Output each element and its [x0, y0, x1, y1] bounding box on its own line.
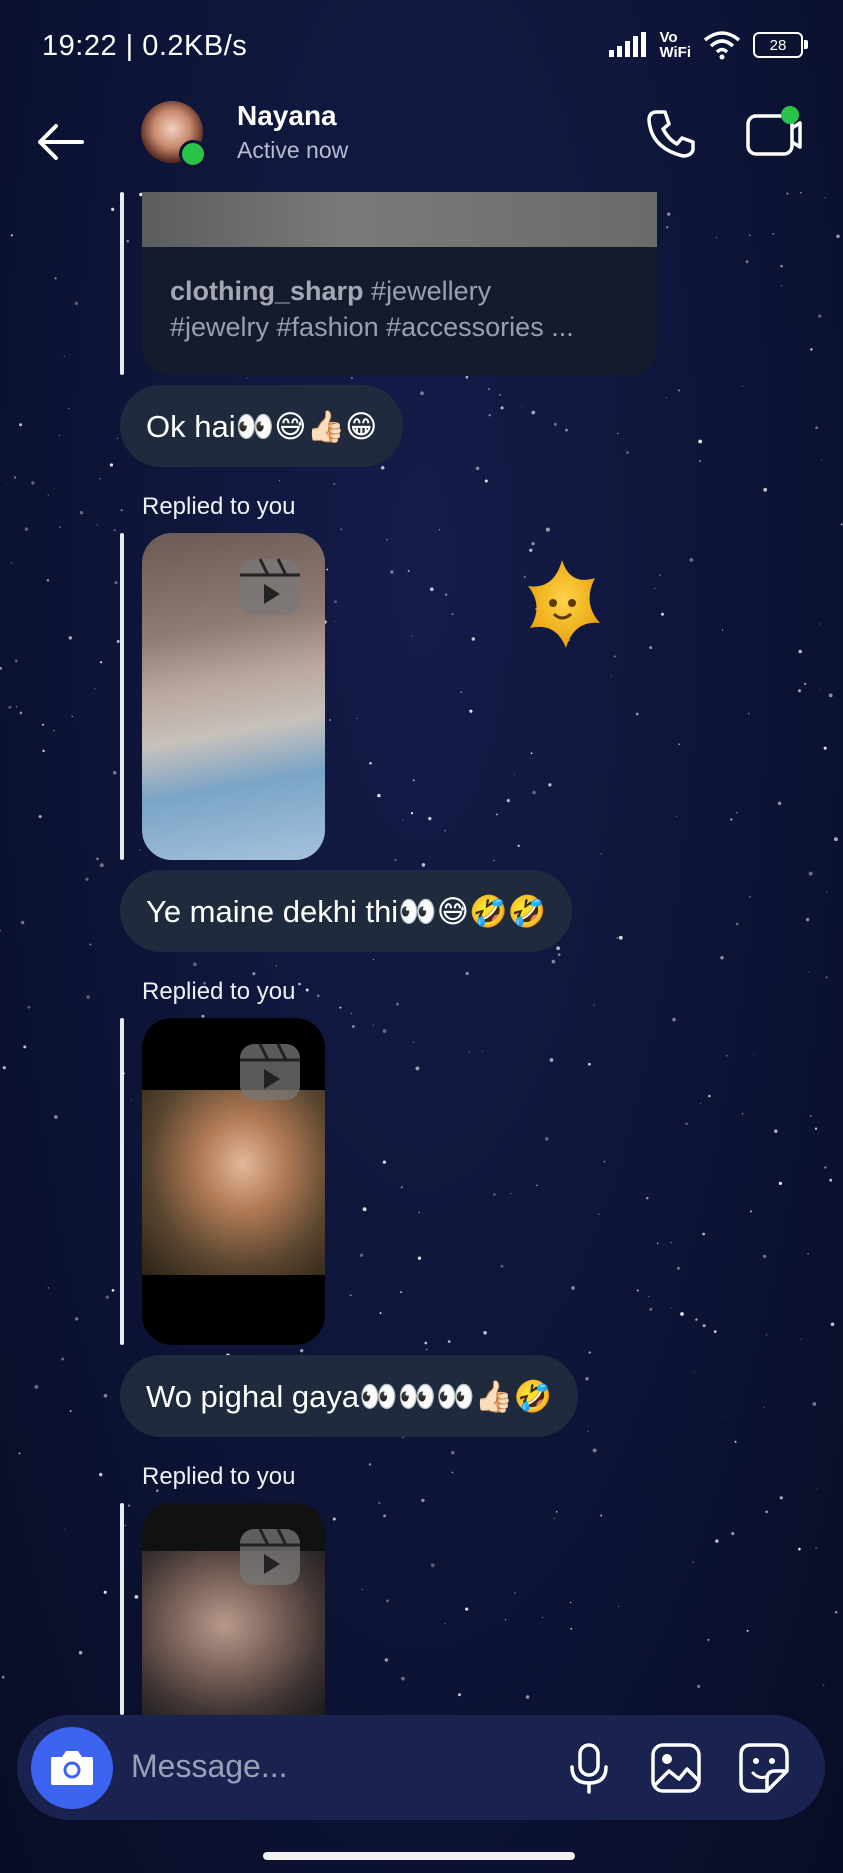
- star-sticker[interactable]: [500, 548, 625, 673]
- shared-post-image: [142, 192, 657, 247]
- battery-icon: 28: [753, 32, 808, 58]
- message-bubble[interactable]: Ye maine dekhi thi👀😅🤣🤣: [120, 870, 573, 952]
- reel-thumbnail[interactable]: [142, 1503, 325, 1715]
- shared-post-caption: clothing_sharp #jewellery #jewelry #fash…: [170, 276, 574, 342]
- replied-label: Replied to you: [142, 1463, 296, 1490]
- home-indicator[interactable]: [263, 1852, 575, 1860]
- phone-icon[interactable]: [645, 108, 697, 160]
- message-composer: Message...: [17, 1715, 825, 1820]
- shared-post-card[interactable]: clothing_sharp #jewellery #jewelry #fash…: [142, 192, 657, 375]
- reply-indicator-bar: [120, 1018, 124, 1345]
- replied-label: Replied to you: [142, 978, 296, 1005]
- reply-indicator-bar: [120, 1503, 124, 1715]
- camera-icon: [51, 1751, 93, 1785]
- signal-icon: [609, 32, 647, 57]
- camera-button[interactable]: [31, 1727, 113, 1809]
- message-input[interactable]: Message...: [131, 1748, 288, 1785]
- message-bubble[interactable]: Ok hai👀😅👍🏻😁: [120, 385, 404, 467]
- message-bubble[interactable]: Wo pighal gaya👀👀👀👍🏻🤣: [120, 1355, 579, 1437]
- contact-status: Active now: [237, 137, 349, 163]
- reel-thumbnail[interactable]: [142, 1018, 325, 1345]
- microphone-icon[interactable]: [562, 1741, 616, 1795]
- reel-thumbnail[interactable]: [142, 533, 325, 860]
- online-indicator: [179, 140, 207, 168]
- video-online-dot: [781, 106, 799, 124]
- reply-indicator-bar: [120, 533, 124, 860]
- reel-icon: [240, 1043, 300, 1100]
- gallery-icon[interactable]: [649, 1741, 703, 1795]
- status-bar: 19:22 | 0.2KB/s Vo WiFi 28: [0, 0, 843, 96]
- reel-image: [142, 1090, 325, 1275]
- replied-label: Replied to you: [142, 493, 296, 520]
- vowifi-icon: Vo WiFi: [659, 29, 691, 61]
- wifi-icon: [703, 31, 741, 60]
- reel-icon: [240, 558, 300, 615]
- reel-icon: [240, 1528, 300, 1585]
- status-icons: Vo WiFi 28: [607, 29, 808, 61]
- status-time: 19:22 | 0.2KB/s: [42, 30, 248, 62]
- sticker-icon[interactable]: [737, 1741, 791, 1795]
- contact-name[interactable]: Nayana: [237, 100, 337, 132]
- reply-indicator-bar: [120, 192, 124, 375]
- chat-header: Nayana Active now: [0, 96, 843, 196]
- back-arrow-icon[interactable]: [34, 116, 86, 168]
